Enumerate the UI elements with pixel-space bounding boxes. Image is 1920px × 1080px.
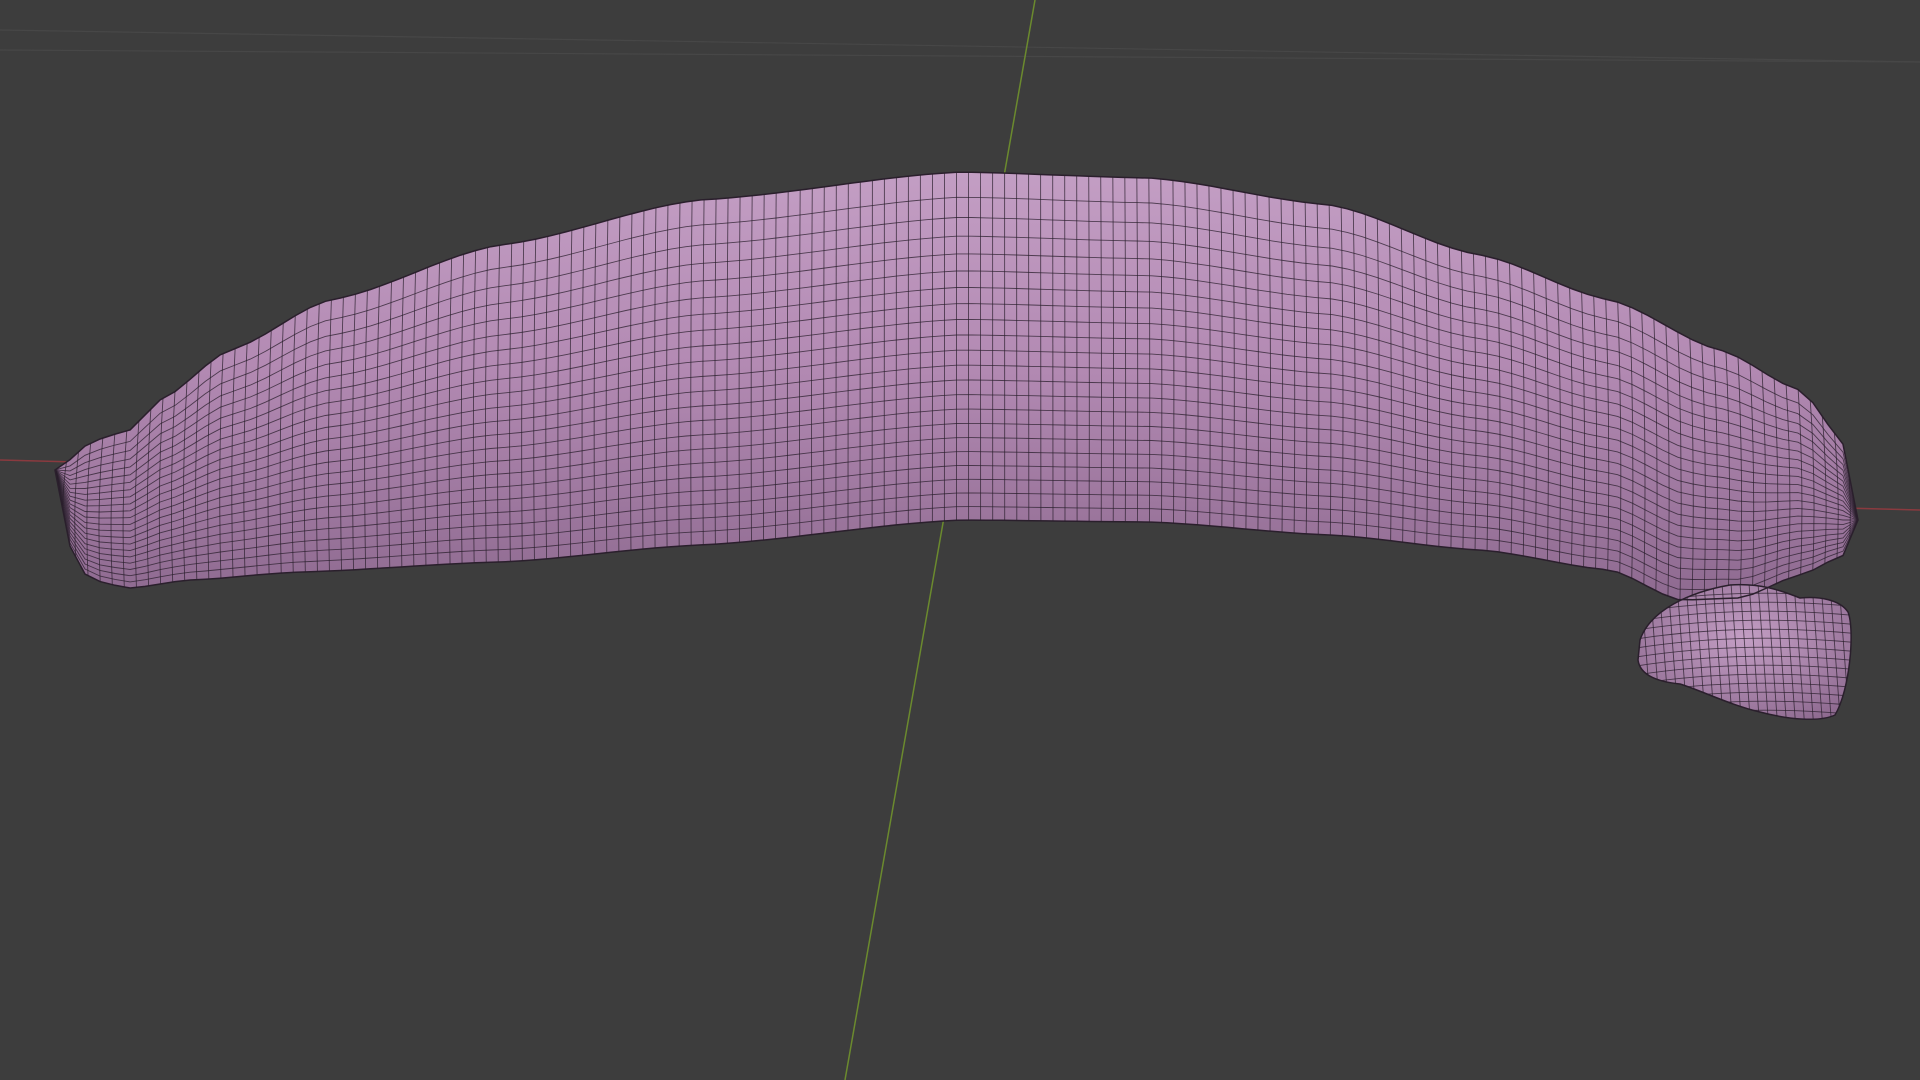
3d-viewport[interactable] [0,0,1920,1080]
floor-grid [0,29,1920,63]
banana-stem[interactable] [1638,584,1852,720]
y-axis-line [844,0,1036,1080]
banana-mesh[interactable] [54,168,1860,730]
viewport-canvas[interactable] [0,0,1920,1080]
